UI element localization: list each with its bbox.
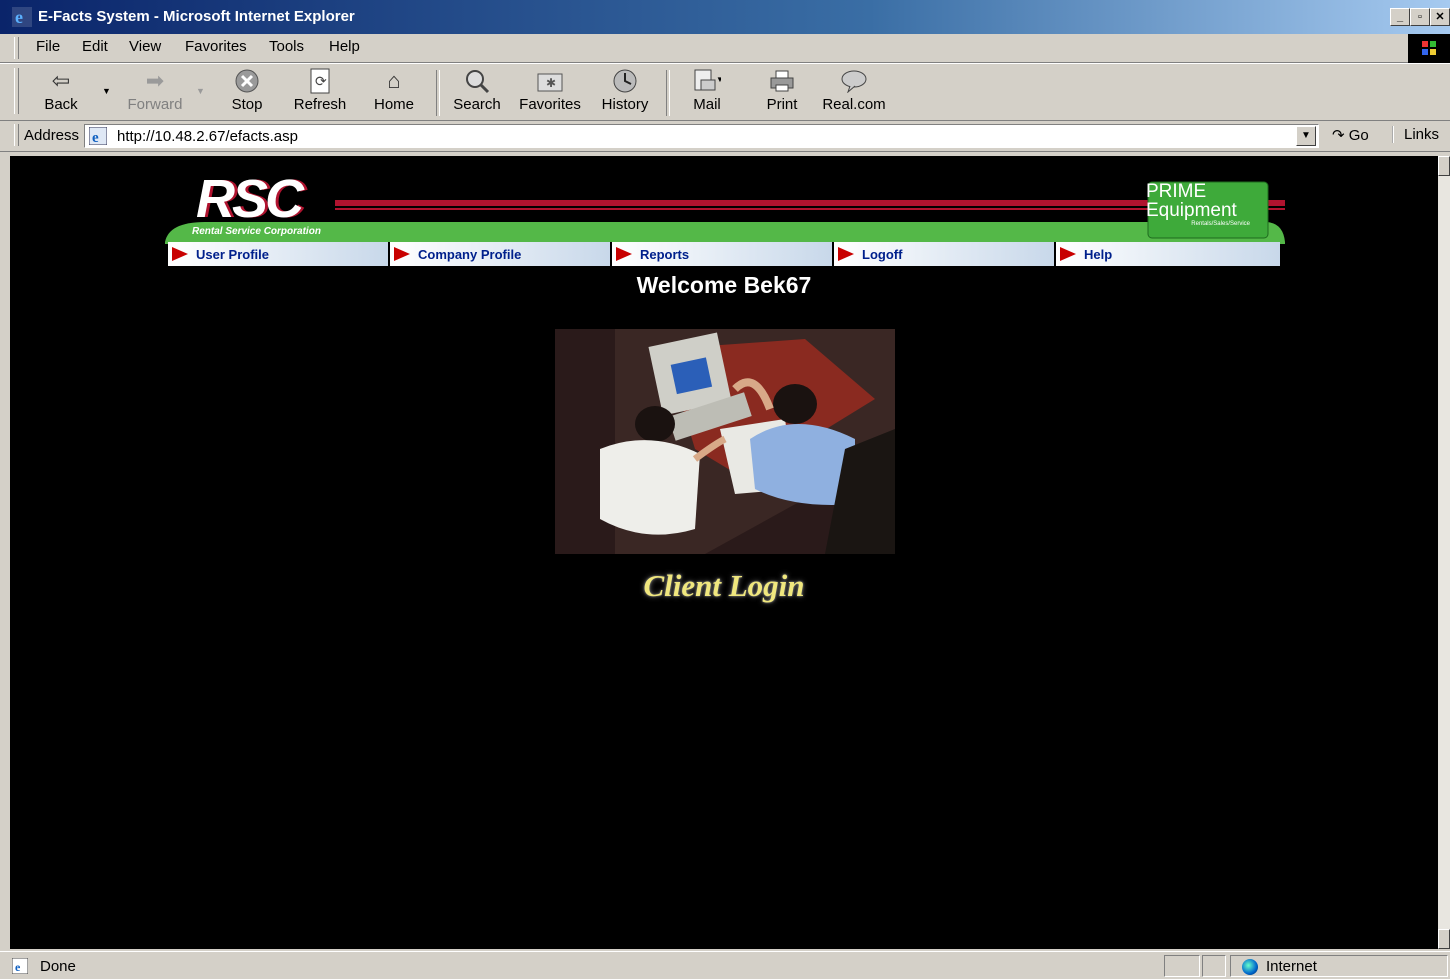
forward-dropdown-icon[interactable]: ▼: [196, 86, 205, 96]
refresh-icon: ⟳: [306, 68, 334, 94]
nav-user-profile[interactable]: User Profile: [168, 242, 390, 266]
menu-help[interactable]: Help: [329, 38, 360, 55]
rsc-tagline: Rental Service Corporation: [192, 226, 321, 237]
search-button[interactable]: Search: [450, 68, 504, 113]
close-button[interactable]: ✕: [1430, 8, 1450, 26]
vertical-scrollbar[interactable]: [1438, 156, 1450, 949]
red-arrow-icon: [616, 247, 632, 261]
menu-grip: [14, 37, 19, 59]
back-button[interactable]: ⇦ Back: [38, 68, 84, 113]
address-bar: Address e http://10.48.2.67/efacts.asp ▼…: [0, 121, 1450, 152]
status-panel: [1202, 955, 1226, 977]
red-arrow-icon: [172, 247, 188, 261]
nav-help[interactable]: Help: [1056, 242, 1280, 266]
go-arrow-icon: ↷: [1332, 127, 1345, 144]
windows-flag-icon: [1422, 41, 1436, 55]
status-text: Done: [40, 958, 76, 975]
menu-tools[interactable]: Tools: [269, 38, 304, 55]
history-button[interactable]: History: [598, 68, 652, 113]
svg-text:e: e: [92, 130, 99, 145]
scroll-down-icon[interactable]: [1438, 929, 1450, 949]
red-arrow-icon: [394, 247, 410, 261]
go-button[interactable]: ↷ Go: [1332, 126, 1369, 144]
page-icon: e: [89, 127, 107, 145]
status-bar: e Done Internet: [0, 951, 1450, 979]
ie-logo-icon: e: [12, 7, 32, 27]
toolbar-grip: [14, 68, 19, 114]
back-dropdown-icon[interactable]: ▼: [102, 86, 111, 96]
address-label: Address: [24, 127, 80, 144]
prime-equipment-logo[interactable]: PRIME Equipment Rentals/Sales/Service: [1146, 182, 1250, 228]
history-icon: [611, 68, 639, 94]
menu-bar: File Edit View Favorites Tools Help: [0, 34, 1450, 63]
menu-view[interactable]: View: [129, 38, 161, 55]
speech-bubble-icon: [840, 68, 868, 94]
mail-button[interactable]: ▼ Mail: [684, 68, 730, 113]
toolbar: ⇦ Back ▼ ➡ Forward ▼ Stop ⟳ Refresh ⌂ Ho…: [0, 63, 1450, 121]
menu-edit[interactable]: Edit: [82, 38, 108, 55]
nav-company-profile[interactable]: Company Profile: [390, 242, 612, 266]
title-bar: e E-Facts System - Microsoft Internet Ex…: [0, 0, 1450, 34]
client-login-link[interactable]: Client Login: [10, 568, 1438, 604]
menu-file[interactable]: File: [36, 38, 60, 55]
favorites-folder-icon: ✱: [536, 68, 564, 94]
windows-logo-throbber: [1408, 34, 1450, 63]
security-zone: Internet: [1266, 958, 1317, 975]
address-dropdown-icon[interactable]: ▼: [1296, 126, 1316, 146]
page-done-icon: e: [12, 958, 28, 974]
maximize-button[interactable]: ▫: [1410, 8, 1430, 26]
scroll-up-icon[interactable]: [1438, 156, 1450, 176]
links-button[interactable]: Links: [1392, 126, 1439, 143]
internet-globe-icon: [1242, 959, 1258, 975]
forward-button[interactable]: ➡ Forward: [124, 68, 186, 113]
prime-tagline: Rentals/Sales/Service: [1191, 221, 1250, 227]
rsc-logo[interactable]: RSC: [196, 172, 304, 226]
site-nav: User Profile Company Profile Reports Log…: [168, 242, 1280, 266]
refresh-button[interactable]: ⟳ Refresh: [290, 68, 350, 113]
page-viewport: RSC Rental Service Corporation PRIME Equ…: [10, 156, 1438, 949]
favorites-button[interactable]: ✱ Favorites: [516, 68, 584, 113]
nav-reports[interactable]: Reports: [612, 242, 834, 266]
back-arrow-icon: ⇦: [51, 68, 71, 93]
mail-icon: ▼: [693, 68, 721, 94]
zone-panel: [1230, 955, 1448, 977]
print-button[interactable]: Print: [760, 68, 804, 113]
welcome-heading: Welcome Bek67: [636, 272, 812, 298]
svg-text:✱: ✱: [546, 76, 556, 90]
menu-favorites[interactable]: Favorites: [185, 38, 247, 55]
forward-arrow-icon: ➡: [145, 68, 165, 93]
real-com-button[interactable]: Real.com: [818, 68, 890, 113]
home-button[interactable]: ⌂ Home: [370, 68, 418, 113]
printer-icon: [768, 68, 796, 94]
business-meeting-photo: [555, 329, 895, 554]
toolbar-separator: [666, 70, 670, 116]
search-icon: [463, 68, 491, 94]
nav-logoff[interactable]: Logoff: [834, 242, 1056, 266]
red-arrow-icon: [1060, 247, 1076, 261]
prime-line2: Equipment: [1146, 200, 1237, 221]
home-icon: ⌂: [387, 68, 401, 93]
svg-text:⟳: ⟳: [315, 73, 327, 89]
svg-text:e: e: [15, 7, 23, 27]
minimize-button[interactable]: _: [1390, 8, 1410, 26]
svg-text:▼: ▼: [716, 75, 721, 84]
toolbar-separator: [436, 70, 440, 116]
prime-line1: PRIME: [1146, 181, 1207, 202]
stop-button[interactable]: Stop: [224, 68, 270, 113]
window-title: E-Facts System - Microsoft Internet Expl…: [38, 8, 355, 25]
status-panel: [1164, 955, 1200, 977]
address-input[interactable]: e http://10.48.2.67/efacts.asp ▼: [84, 124, 1319, 148]
red-arrow-icon: [838, 247, 854, 261]
svg-text:e: e: [15, 960, 21, 974]
address-url: http://10.48.2.67/efacts.asp: [117, 128, 298, 145]
stop-icon: [233, 68, 261, 94]
address-grip: [14, 124, 19, 146]
